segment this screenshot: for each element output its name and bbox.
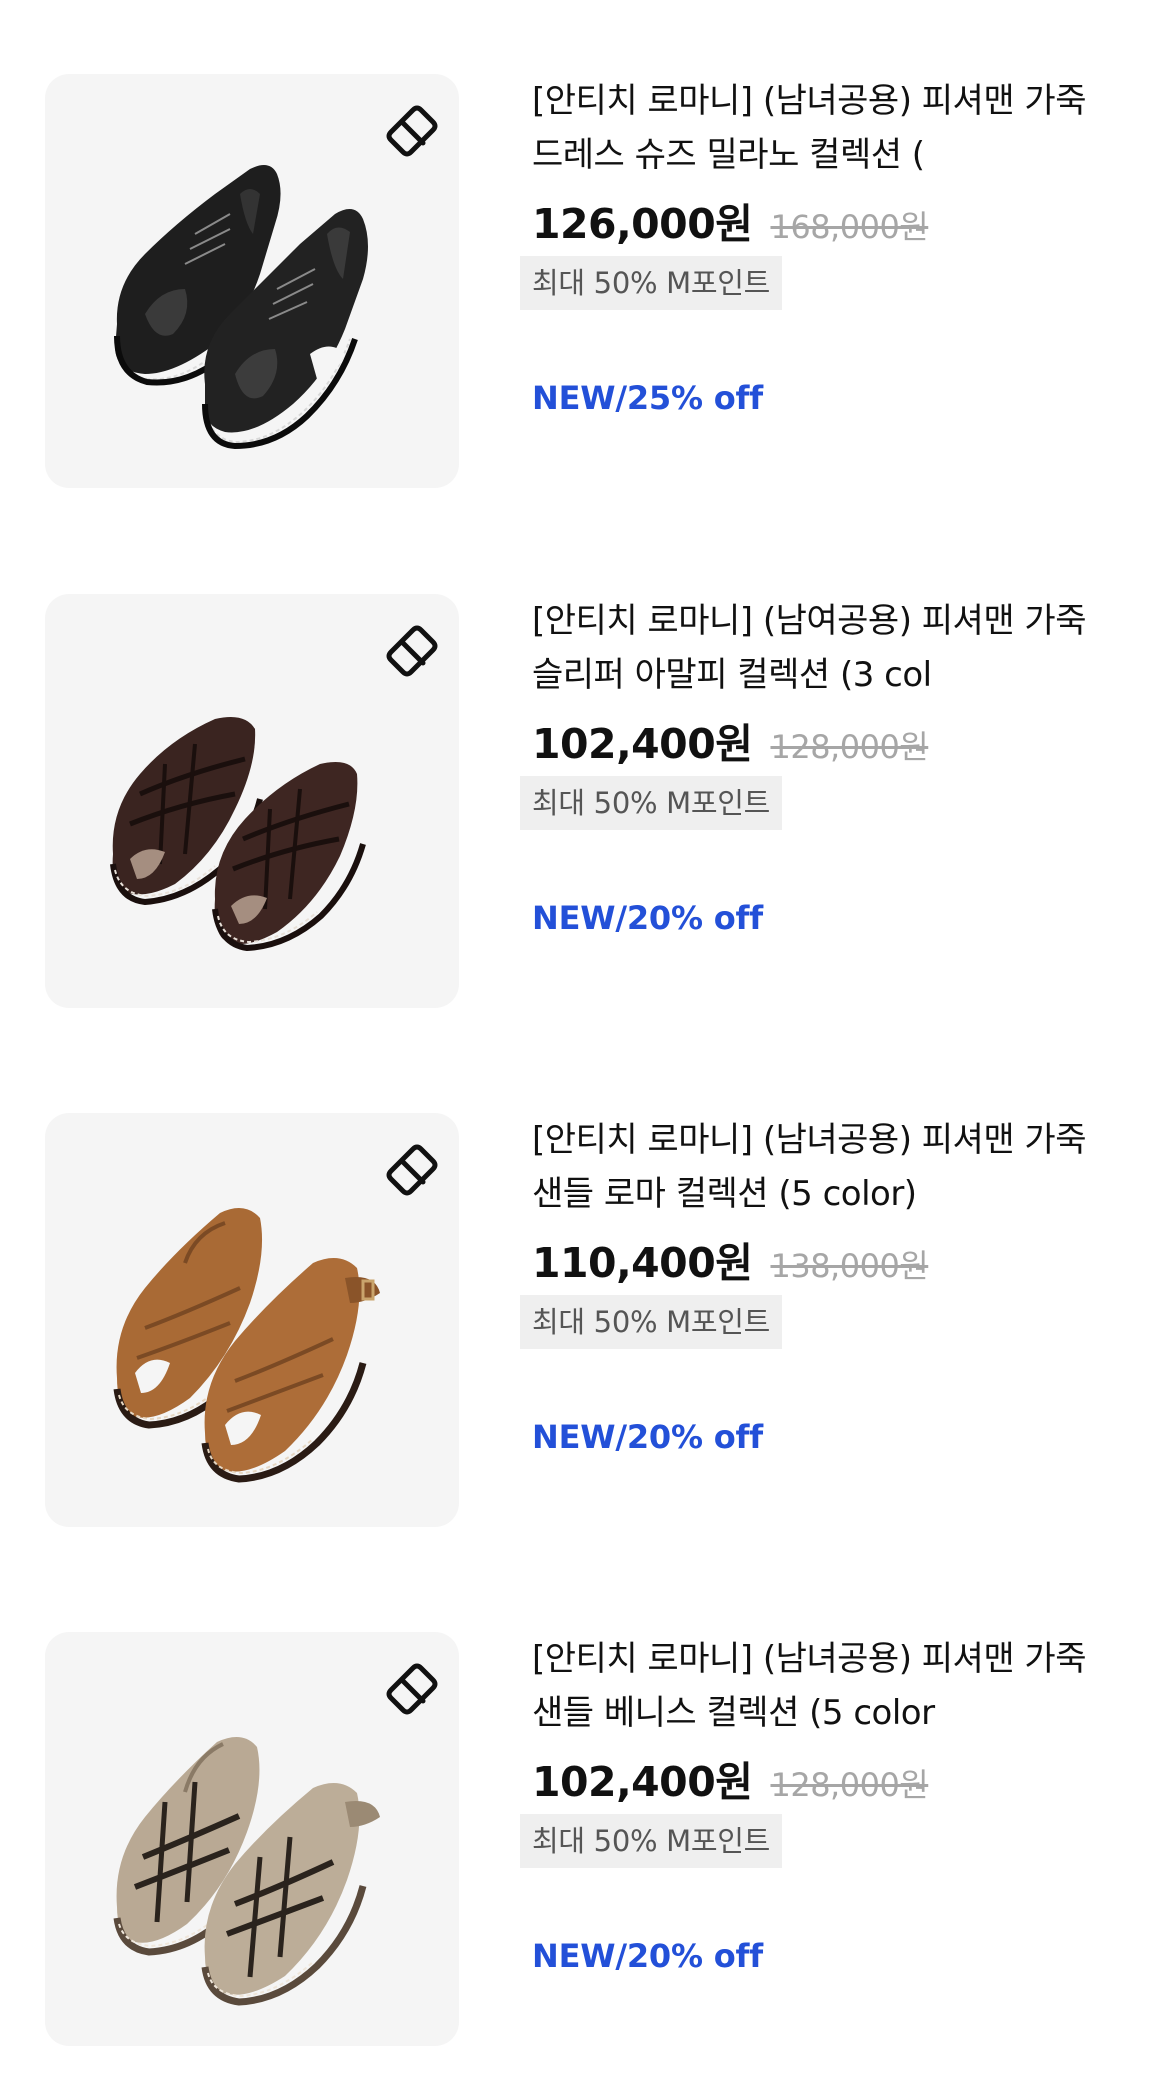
price-row: 102,400원 128,000원 bbox=[532, 710, 1112, 768]
promo-label: NEW/25% off bbox=[532, 379, 763, 417]
wishlist-tag-icon[interactable] bbox=[375, 1654, 447, 1726]
original-price: 128,000원 bbox=[770, 1766, 929, 1804]
price-row: 110,400원 138,000원 bbox=[532, 1229, 1112, 1287]
promo-label: NEW/20% off bbox=[532, 1937, 763, 1975]
wishlist-tag-icon[interactable] bbox=[375, 616, 447, 688]
product-card[interactable]: [안티치 로마니] (남여공용) 피셔맨 가죽 슬리퍼 아말피 컬렉션 (3 c… bbox=[0, 594, 1158, 1010]
sale-price: 126,000원 bbox=[532, 200, 753, 248]
promo-label: NEW/20% off bbox=[532, 1418, 763, 1456]
point-badge: 최대 50% M포인트 bbox=[520, 256, 783, 310]
original-price: 138,000원 bbox=[770, 1247, 929, 1285]
point-badge: 최대 50% M포인트 bbox=[520, 1814, 783, 1868]
product-title[interactable]: [안티치 로마니] (남여공용) 피셔맨 가죽 슬리퍼 아말피 컬렉션 (3 c… bbox=[532, 594, 1112, 702]
product-image[interactable] bbox=[45, 1113, 459, 1527]
point-badge: 최대 50% M포인트 bbox=[520, 1295, 783, 1349]
sale-price: 110,400원 bbox=[532, 1239, 753, 1287]
product-info: [안티치 로마니] (남녀공용) 피셔맨 가죽 샌들 베니스 컬렉션 (5 co… bbox=[520, 1632, 1112, 1975]
product-list: [안티치 로마니] (남녀공용) 피셔맨 가죽 드레스 슈즈 밀라노 컬렉션 (… bbox=[0, 0, 1158, 2073]
product-info: [안티치 로마니] (남녀공용) 피셔맨 가죽 샌들 로마 컬렉션 (5 col… bbox=[520, 1113, 1112, 1456]
point-badge: 최대 50% M포인트 bbox=[520, 776, 783, 830]
product-title[interactable]: [안티치 로마니] (남녀공용) 피셔맨 가죽 드레스 슈즈 밀라노 컬렉션 ( bbox=[532, 74, 1112, 182]
original-price: 128,000원 bbox=[770, 728, 929, 766]
promo-label: NEW/20% off bbox=[532, 899, 763, 937]
product-image[interactable] bbox=[45, 1632, 459, 2046]
original-price: 168,000원 bbox=[770, 208, 929, 246]
product-title[interactable]: [안티치 로마니] (남녀공용) 피셔맨 가죽 샌들 베니스 컬렉션 (5 co… bbox=[532, 1632, 1112, 1740]
sale-price: 102,400원 bbox=[532, 720, 753, 768]
product-image[interactable] bbox=[45, 74, 459, 488]
product-card[interactable]: [안티치 로마니] (남녀공용) 피셔맨 가죽 샌들 로마 컬렉션 (5 col… bbox=[0, 1113, 1158, 1529]
price-row: 126,000원 168,000원 bbox=[532, 190, 1112, 248]
price-row: 102,400원 128,000원 bbox=[532, 1748, 1112, 1806]
product-card[interactable]: [안티치 로마니] (남녀공용) 피셔맨 가죽 드레스 슈즈 밀라노 컬렉션 (… bbox=[0, 74, 1158, 490]
product-card[interactable]: [안티치 로마니] (남녀공용) 피셔맨 가죽 샌들 베니스 컬렉션 (5 co… bbox=[0, 1632, 1158, 2048]
wishlist-tag-icon[interactable] bbox=[375, 96, 447, 168]
sale-price: 102,400원 bbox=[532, 1758, 753, 1806]
product-title[interactable]: [안티치 로마니] (남녀공용) 피셔맨 가죽 샌들 로마 컬렉션 (5 col… bbox=[532, 1113, 1112, 1221]
product-info: [안티치 로마니] (남여공용) 피셔맨 가죽 슬리퍼 아말피 컬렉션 (3 c… bbox=[520, 594, 1112, 937]
product-info: [안티치 로마니] (남녀공용) 피셔맨 가죽 드레스 슈즈 밀라노 컬렉션 (… bbox=[520, 74, 1112, 417]
product-image[interactable] bbox=[45, 594, 459, 1008]
wishlist-tag-icon[interactable] bbox=[375, 1135, 447, 1207]
